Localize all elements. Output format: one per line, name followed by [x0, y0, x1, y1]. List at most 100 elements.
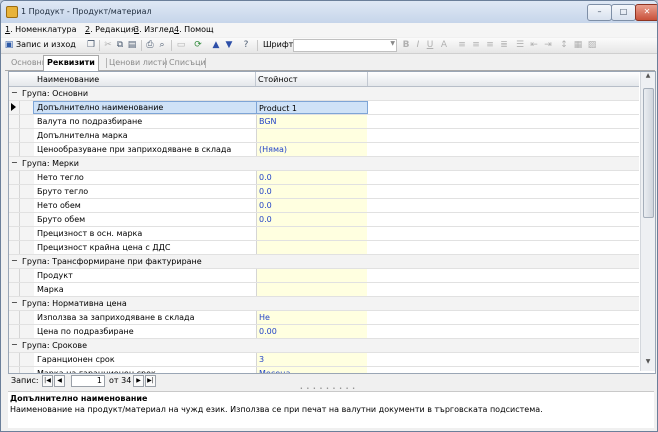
property-value-cell[interactable]	[256, 129, 367, 142]
menu-item-view[interactable]: 3. Изглед	[134, 25, 174, 34]
row-indicator[interactable]	[9, 115, 20, 128]
indent-decrease-icon[interactable]: ⇤	[529, 40, 539, 50]
property-value-cell[interactable]: 0.0	[256, 213, 367, 226]
row-indicator[interactable]	[9, 143, 20, 156]
property-row[interactable]: Прецизност крайна цена с ДДС	[9, 241, 639, 255]
collapse-icon[interactable]: −	[11, 88, 18, 97]
column-header-value[interactable]: Стойност	[258, 75, 298, 84]
property-value-cell[interactable]	[256, 241, 367, 254]
row-indicator[interactable]	[9, 185, 20, 198]
property-row[interactable]: Цена по подразбиране 0.00	[9, 325, 639, 339]
property-row[interactable]: Бруто тегло 0.0	[9, 185, 639, 199]
previous-record-icon[interactable]: ◀	[54, 375, 65, 387]
line-spacing-icon[interactable]: ↕	[559, 40, 569, 50]
delete-icon[interactable]: ▭	[176, 40, 186, 50]
align-right-icon[interactable]: ≡	[485, 40, 495, 50]
row-indicator[interactable]	[9, 129, 20, 142]
tab-requisites[interactable]: Реквизити	[43, 55, 99, 71]
column-divider[interactable]	[255, 72, 256, 86]
group-row[interactable]: − Група: Срокове	[9, 339, 639, 353]
tab-basic[interactable]: Основни	[11, 56, 47, 69]
first-record-icon[interactable]: |◀	[42, 375, 53, 387]
arrow-up-icon[interactable]: ▲	[211, 40, 221, 50]
cut-icon[interactable]: ✂	[103, 40, 113, 50]
next-record-icon[interactable]: ▶	[133, 375, 144, 387]
property-row[interactable]: Продукт	[9, 269, 639, 283]
column-divider[interactable]	[367, 72, 368, 86]
splitter-grip[interactable]: • • • • • • • • •	[293, 386, 363, 392]
property-value-cell[interactable]	[256, 269, 367, 282]
scroll-down-icon[interactable]: ▼	[641, 358, 655, 371]
collapse-icon[interactable]: −	[11, 340, 18, 349]
vertical-scrollbar[interactable]: ▲ ▼	[640, 72, 655, 371]
row-indicator[interactable]	[9, 353, 20, 366]
property-row[interactable]: Нето обем 0.0	[9, 199, 639, 213]
property-row[interactable]: Валута по подразбиране BGN	[9, 115, 639, 129]
title-bar[interactable]: 1 Продукт - Продукт/материал – □ ✕	[1, 1, 657, 24]
property-row[interactable]: Ценообразуване при заприходяване в склад…	[9, 143, 639, 157]
property-row[interactable]: Бруто обем 0.0	[9, 213, 639, 227]
row-indicator[interactable]	[9, 171, 20, 184]
arrow-down-icon[interactable]: ▼	[224, 40, 234, 50]
align-left-icon[interactable]: ≡	[457, 40, 467, 50]
italic-icon[interactable]: I	[413, 40, 423, 50]
table-icon[interactable]: ▦	[573, 40, 583, 50]
copy-record-icon[interactable]: ❐	[86, 40, 96, 50]
save-exit-button[interactable]: Запис и изход	[16, 39, 76, 51]
menu-item-nomenclature[interactable]: 1. Номенклатура	[5, 25, 77, 34]
underline-icon[interactable]: U	[425, 40, 435, 50]
property-value-cell[interactable]: 0.0	[256, 171, 367, 184]
property-value-cell[interactable]: BGN	[256, 115, 367, 128]
row-indicator[interactable]	[9, 213, 20, 226]
print-icon[interactable]: ⎙	[145, 40, 155, 50]
row-indicator[interactable]	[9, 241, 20, 254]
help-icon[interactable]: ?	[241, 40, 251, 50]
property-value-cell[interactable]: 0.00	[256, 325, 367, 338]
row-indicator[interactable]	[9, 101, 20, 114]
property-row[interactable]: Нето тегло 0.0	[9, 171, 639, 185]
collapse-icon[interactable]: −	[11, 158, 18, 167]
row-indicator[interactable]	[9, 227, 20, 240]
column-header-name[interactable]: Наименование	[37, 75, 99, 84]
scroll-up-icon[interactable]: ▲	[641, 72, 655, 85]
tab-lists[interactable]: Списъци	[169, 56, 206, 69]
copy-icon[interactable]: ⧉	[115, 40, 125, 50]
justify-icon[interactable]: ≣	[499, 40, 509, 50]
chevron-down-icon[interactable]: ▼	[390, 40, 395, 47]
property-row[interactable]: Допълнително наименование Product 1	[9, 101, 639, 115]
property-value-cell[interactable]: 3	[256, 353, 367, 366]
refresh-icon[interactable]: ⟳	[193, 40, 203, 50]
tab-price-lists[interactable]: Ценови листи	[109, 56, 167, 69]
property-value-cell[interactable]: (Няма)	[256, 143, 367, 156]
property-row[interactable]: Прецизност в осн. марка	[9, 227, 639, 241]
maximize-button[interactable]: □	[611, 4, 636, 21]
font-select[interactable]: ▼	[293, 39, 397, 52]
property-grid[interactable]: Наименование Стойност − Група: Основни Доп…	[8, 71, 656, 374]
close-button[interactable]: ✕	[635, 4, 657, 21]
property-row[interactable]: Гаранционен срок 3	[9, 353, 639, 367]
collapse-icon[interactable]: −	[11, 298, 18, 307]
collapse-icon[interactable]: −	[11, 256, 18, 265]
group-row[interactable]: − Група: Мерки	[9, 157, 639, 171]
property-value-cell[interactable]: Не	[256, 311, 367, 324]
group-row[interactable]: − Група: Трансформиране при фактуриране	[9, 255, 639, 269]
align-center-icon[interactable]: ≡	[471, 40, 481, 50]
property-value-cell[interactable]: 0.0	[256, 199, 367, 212]
row-indicator[interactable]	[9, 269, 20, 282]
font-color-icon[interactable]: A	[439, 40, 449, 50]
bold-icon[interactable]: B	[401, 40, 411, 50]
menu-item-help[interactable]: 4. Помощ	[174, 25, 214, 34]
print-preview-icon[interactable]: ⌕	[157, 40, 167, 50]
row-indicator[interactable]	[9, 283, 20, 296]
current-record-input[interactable]: 1	[71, 375, 105, 387]
indent-increase-icon[interactable]: ⇥	[543, 40, 553, 50]
image-icon[interactable]: ▨	[587, 40, 597, 50]
property-value-cell[interactable]: Product 1	[256, 101, 368, 114]
property-value-cell[interactable]	[256, 283, 367, 296]
group-row[interactable]: − Група: Нормативна цена	[9, 297, 639, 311]
property-row[interactable]: Използва за заприходяване в склада Не	[9, 311, 639, 325]
bullets-icon[interactable]: ☰	[515, 40, 525, 50]
row-indicator[interactable]	[9, 325, 20, 338]
last-record-icon[interactable]: ▶|	[145, 375, 156, 387]
menu-item-edit[interactable]: 2. Редакция	[85, 25, 136, 34]
